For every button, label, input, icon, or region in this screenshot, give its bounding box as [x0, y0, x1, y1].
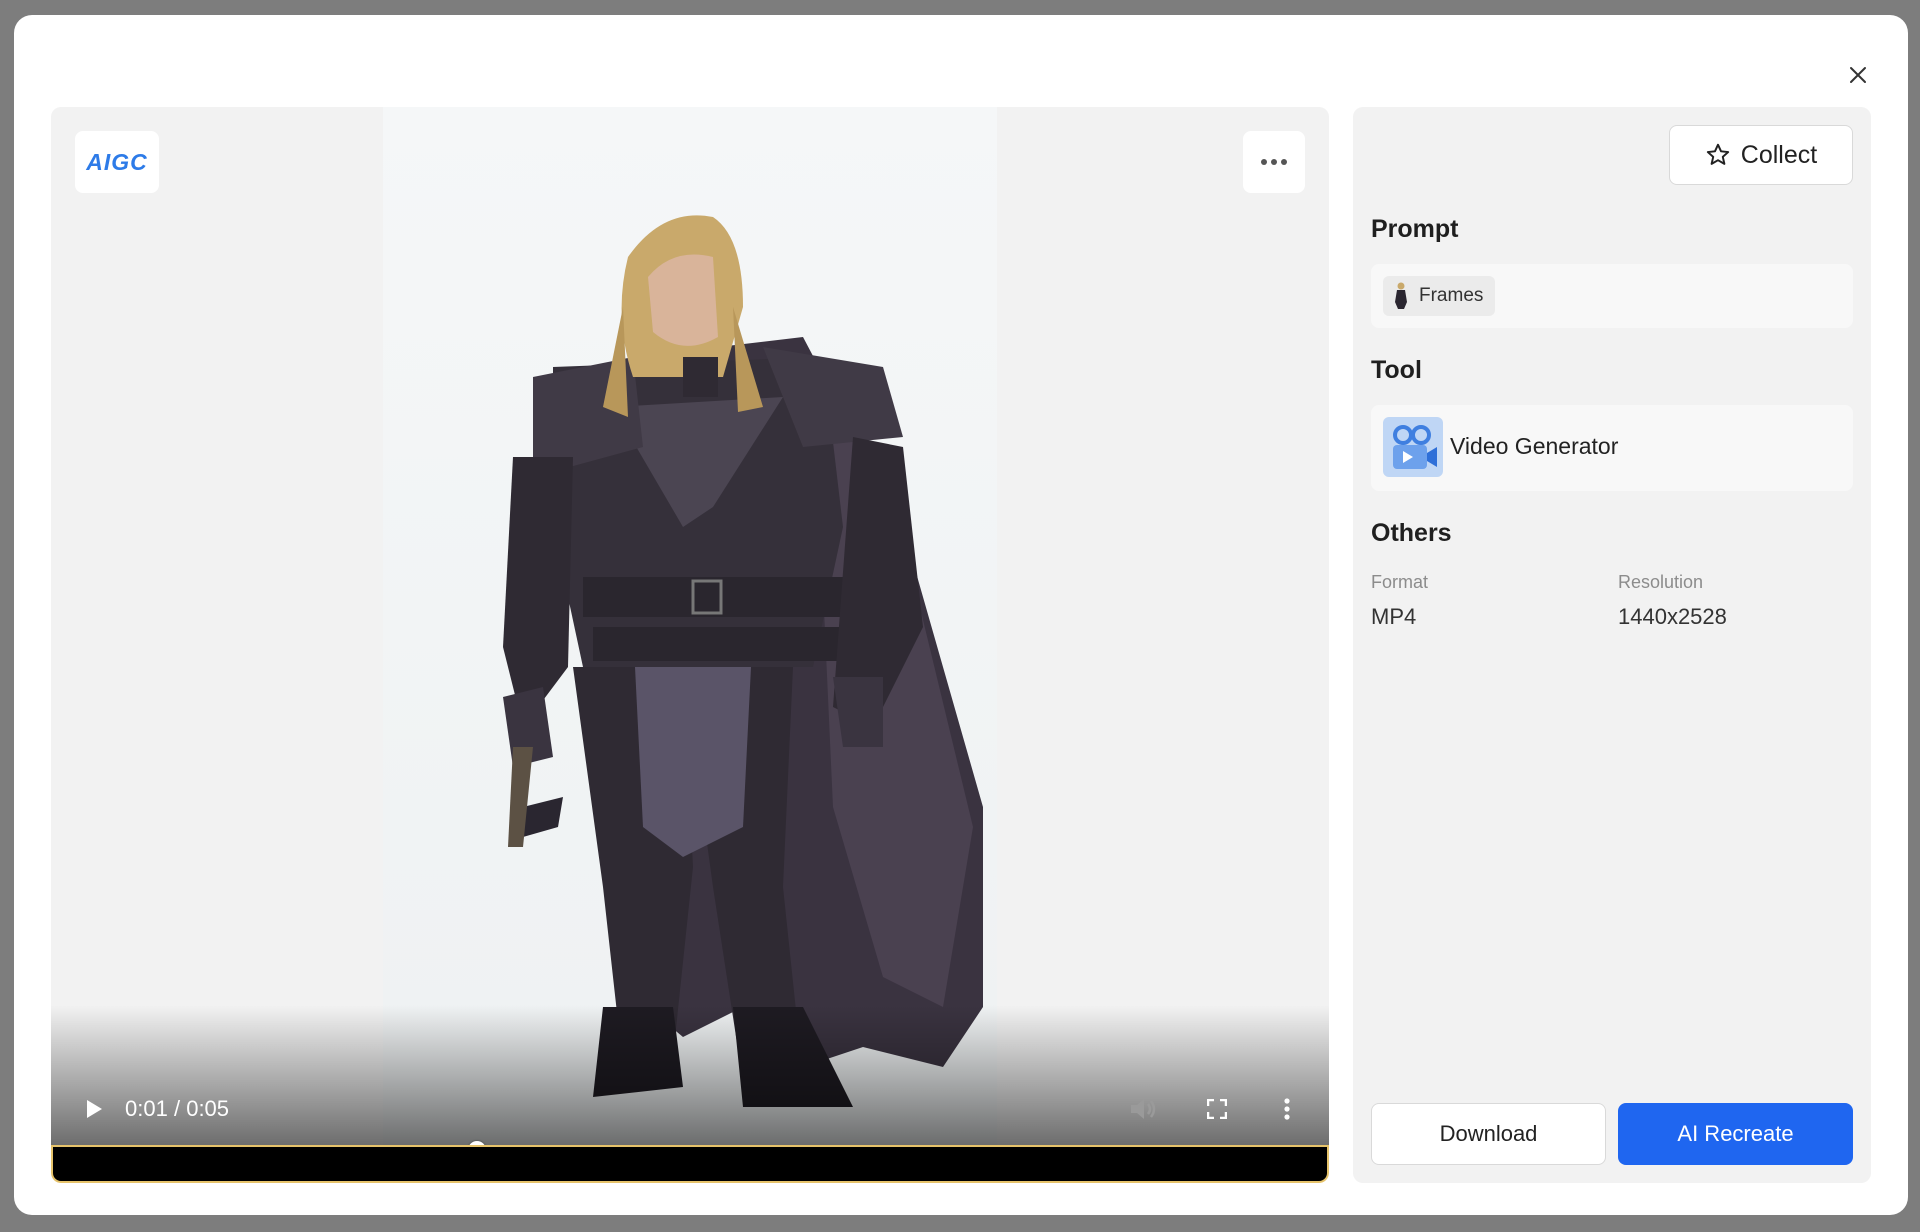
- tool-heading: Tool: [1371, 356, 1422, 384]
- tool-name: Video Generator: [1450, 433, 1619, 459]
- close-button[interactable]: [1842, 59, 1874, 91]
- video-generator-icon: [1383, 417, 1443, 477]
- resolution-label: Resolution: [1618, 572, 1704, 592]
- format-label: Format: [1371, 572, 1429, 592]
- resolution-value: 1440x2528: [1618, 604, 1727, 629]
- fullscreen-icon: [1207, 1099, 1227, 1119]
- play-button[interactable]: [79, 1094, 109, 1124]
- video-menu-button[interactable]: [1271, 1093, 1303, 1125]
- more-options-button[interactable]: [1243, 131, 1305, 193]
- duration: 0:05: [186, 1096, 230, 1121]
- download-button[interactable]: Download: [1371, 1103, 1606, 1165]
- format-value: MP4: [1371, 604, 1417, 629]
- play-icon: [87, 1100, 102, 1118]
- prompt-heading: Prompt: [1371, 215, 1459, 243]
- video-controls: 0:01 / 0:05: [51, 1087, 1329, 1131]
- more-icon: [1261, 159, 1287, 165]
- others-heading: Others: [1371, 519, 1452, 547]
- volume-icon: [1131, 1099, 1156, 1119]
- media-detail-dialog: AIGC 0:01 / 0:05 Collect Prompt Frames T…: [14, 15, 1908, 1215]
- fullscreen-button[interactable]: [1201, 1093, 1233, 1125]
- collect-button[interactable]: Collect: [1669, 125, 1853, 185]
- time-display: 0:01 / 0:05: [125, 1096, 229, 1122]
- video-bottom-bar: [51, 1145, 1329, 1183]
- character-thumbnail: [1391, 281, 1411, 311]
- ai-recreate-button[interactable]: AI Recreate: [1618, 1103, 1853, 1165]
- aigc-badge: AIGC: [75, 131, 159, 193]
- prompt-chip-label: Frames: [1419, 285, 1484, 306]
- volume-button[interactable]: [1127, 1093, 1159, 1125]
- prompt-chip-frames[interactable]: Frames: [1383, 276, 1496, 316]
- star-icon: [1706, 143, 1729, 165]
- prompt-box: Frames: [1371, 264, 1853, 328]
- collect-label: Collect: [1740, 140, 1818, 169]
- video-player[interactable]: AIGC 0:01 / 0:05: [51, 107, 1329, 1183]
- details-panel: Collect Prompt Frames Tool Video Generat…: [1353, 107, 1871, 1183]
- current-time: 0:01: [125, 1096, 168, 1121]
- kebab-menu-icon: [1284, 1098, 1290, 1120]
- tool-card[interactable]: Video Generator: [1371, 405, 1853, 491]
- time-separator: /: [173, 1096, 181, 1121]
- close-icon: [1850, 67, 1866, 83]
